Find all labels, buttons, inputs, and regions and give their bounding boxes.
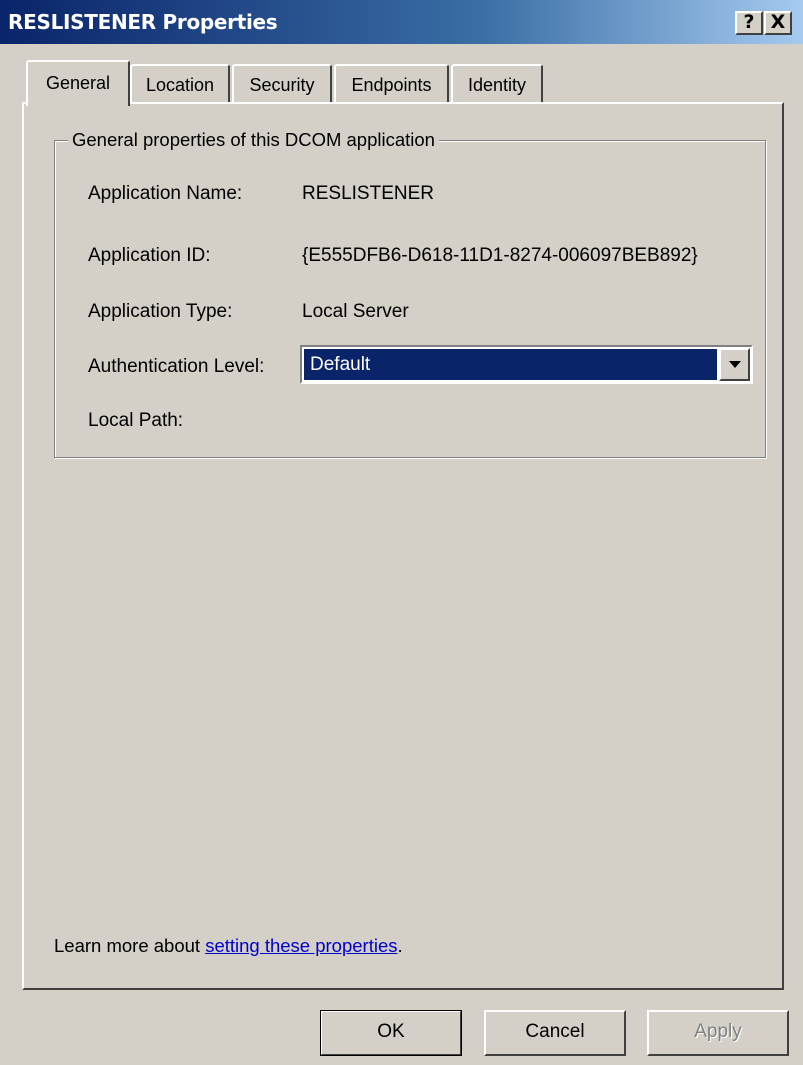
local-path-label: Local Path:	[88, 410, 184, 431]
application-name-label: Application Name:	[88, 183, 243, 204]
close-icon[interactable]: X	[764, 11, 792, 35]
application-id-value: {E555DFB6-D618-11D1-8274-006097BEB892}	[302, 245, 698, 266]
authentication-level-selected: Default	[303, 348, 718, 381]
cancel-button[interactable]: Cancel	[484, 1010, 626, 1056]
application-type-value: Local Server	[302, 301, 409, 322]
help-icon[interactable]: ?	[735, 11, 763, 35]
group-legend: General properties of this DCOM applicat…	[68, 129, 439, 151]
tab-identity[interactable]: Identity	[451, 64, 543, 104]
application-name-value: RESLISTENER	[302, 183, 434, 204]
authentication-level-dropdown[interactable]: Default	[300, 345, 753, 384]
learn-more-suffix: .	[397, 935, 403, 956]
ok-button[interactable]: OK	[320, 1010, 462, 1056]
tab-security[interactable]: Security	[232, 64, 332, 104]
window-title: RESLISTENER Properties	[8, 10, 278, 34]
authentication-level-label: Authentication Level:	[88, 356, 265, 377]
learn-more-prefix: Learn more about	[54, 935, 206, 956]
tab-general[interactable]: General	[26, 60, 130, 106]
title-bar: RESLISTENER Properties ? X	[0, 0, 803, 44]
application-type-label: Application Type:	[88, 301, 233, 322]
chevron-down-icon[interactable]	[719, 348, 750, 381]
application-id-label: Application ID:	[88, 245, 211, 266]
apply-button[interactable]: Apply	[647, 1010, 789, 1056]
setting-properties-link[interactable]: setting these properties	[205, 935, 397, 956]
learn-more-text: Learn more about setting these propertie…	[54, 935, 403, 957]
tab-endpoints[interactable]: Endpoints	[334, 64, 449, 104]
tab-location[interactable]: Location	[130, 64, 230, 104]
